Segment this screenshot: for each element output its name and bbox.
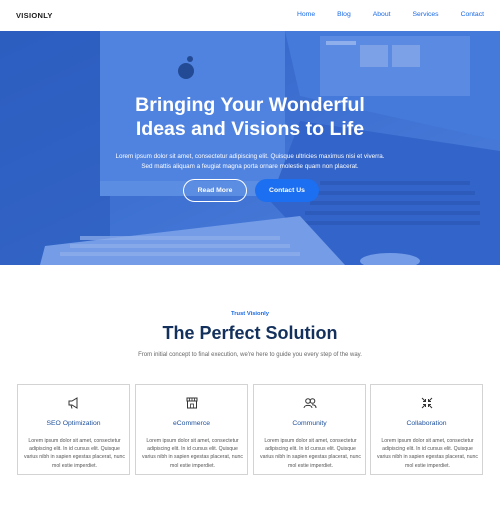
hero-title-line-2: Ideas and Visions to Life (135, 118, 365, 140)
nav-links: Home Blog About Services Contact (275, 11, 484, 18)
users-icon (303, 398, 316, 409)
read-more-button[interactable]: Read More (183, 179, 247, 202)
card-title: Community (292, 420, 327, 427)
brand-logo[interactable]: VISIONLY (16, 11, 53, 20)
feature-card-community: Community Lorem ipsum dolor sit amet, co… (253, 384, 366, 475)
nav-link-home[interactable]: Home (297, 11, 315, 18)
card-text: Lorem ipsum dolor sit amet, consectetur … (377, 438, 478, 469)
feature-card-ecommerce: eCommerce Lorem ipsum dolor sit amet, co… (135, 384, 248, 475)
card-title: SEO Optimization (46, 420, 101, 427)
nav-link-about[interactable]: About (373, 11, 391, 18)
collapse-arrows-icon (421, 397, 432, 409)
megaphone-icon (68, 397, 77, 409)
card-text: Lorem ipsum dolor sit amet, consectetur … (260, 438, 361, 469)
hero-section: Bringing Your Wonderful Ideas and Vision… (0, 31, 500, 265)
hero-subtitle: Lorem ipsum dolor sit amet, consectetur … (0, 152, 500, 172)
feature-cards: SEO Optimization Lorem ipsum dolor sit a… (17, 384, 483, 475)
section-title: The Perfect Solution (162, 323, 338, 343)
card-text: Lorem ipsum dolor sit amet, consectetur … (24, 438, 125, 469)
nav-link-services[interactable]: Services (413, 11, 439, 18)
hero-title-line-1: Bringing Your Wonderful (135, 94, 365, 116)
nav-link-blog[interactable]: Blog (337, 11, 351, 18)
feature-card-seo: SEO Optimization Lorem ipsum dolor sit a… (17, 384, 130, 475)
contact-us-button[interactable]: Contact Us (255, 179, 319, 202)
hero-subtitle-line-2: Sed mattis aliquam a feugiat magna porta… (141, 163, 359, 170)
nav-link-contact[interactable]: Contact (461, 11, 484, 18)
section-subtitle: From initial concept to final execution,… (138, 352, 362, 358)
card-text: Lorem ipsum dolor sit amet, consectetur … (142, 438, 243, 469)
store-icon (186, 397, 197, 409)
hero-title: Bringing Your Wonderful Ideas and Vision… (0, 93, 500, 141)
feature-card-collaboration: Collaboration Lorem ipsum dolor sit amet… (370, 384, 483, 475)
top-navbar: VISIONLY Home Blog About Services Contac… (0, 0, 500, 31)
card-title: eCommerce (172, 420, 210, 427)
section-kicker: Trust Visionly (231, 311, 269, 317)
hero-subtitle-line-1: Lorem ipsum dolor sit amet, consectetur … (115, 153, 385, 160)
hero-background-image (0, 31, 500, 265)
card-title: Collaboration (406, 420, 447, 427)
